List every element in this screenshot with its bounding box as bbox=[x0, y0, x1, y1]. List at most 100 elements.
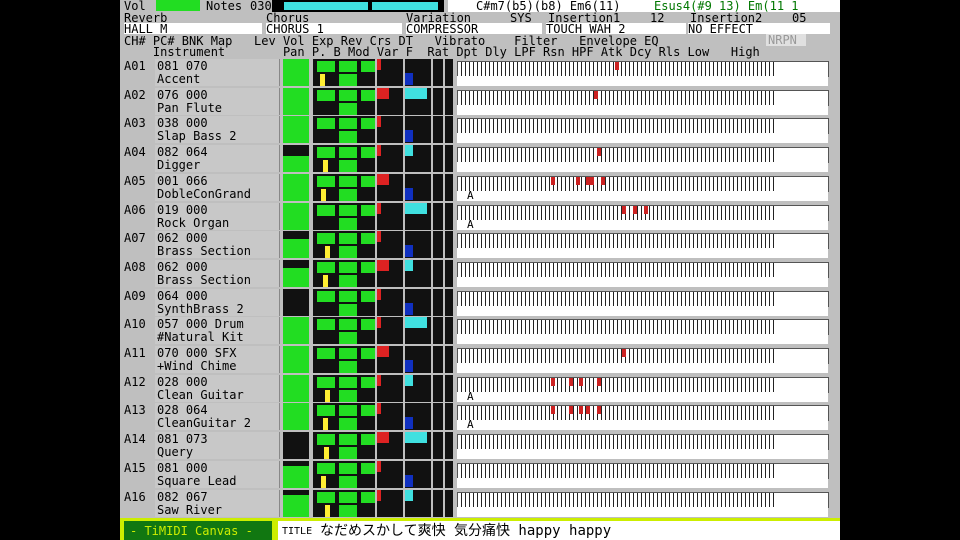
level-meter bbox=[283, 145, 309, 173]
variation-send bbox=[433, 59, 443, 86]
pitch-bend-track bbox=[339, 217, 357, 230]
channel-id: A10 bbox=[124, 317, 146, 332]
pan-indicator bbox=[324, 504, 330, 517]
keyboard-tail bbox=[775, 147, 829, 164]
channel-id: A06 bbox=[124, 202, 146, 217]
pitch-bend-track bbox=[339, 332, 357, 345]
instrument-box[interactable]: 028 000 Clean Guitar bbox=[155, 374, 280, 402]
program-bank-text: 082 067 bbox=[157, 489, 208, 504]
piano-keyboard bbox=[457, 89, 777, 106]
mod-bar bbox=[361, 261, 375, 273]
channel-row[interactable]: A15 081 000 Square Lead bbox=[120, 460, 840, 490]
title-box: TITLE なだめスかして爽快 気分痛快 happy happy bbox=[278, 521, 840, 540]
channel-row[interactable]: A13 028 064 CleanGuitar 2 A bbox=[120, 403, 840, 432]
variation-send bbox=[433, 87, 443, 115]
filter-indicator bbox=[445, 374, 453, 402]
variation-send bbox=[433, 317, 443, 345]
keyboard-tail bbox=[775, 376, 829, 393]
volume-bar bbox=[317, 175, 335, 187]
notes-meter-fill-2 bbox=[372, 2, 438, 10]
level-meter-fill bbox=[283, 173, 309, 201]
instrument-box[interactable]: 081 000 Square Lead bbox=[155, 460, 280, 488]
instrument-box[interactable]: 001 066 DobleConGrand bbox=[155, 173, 280, 201]
instrument-box[interactable]: 076 000 Pan Flute bbox=[155, 87, 280, 115]
brand-label: - TiMIDI Canvas - bbox=[130, 524, 253, 538]
variation-send bbox=[433, 173, 443, 201]
channel-row[interactable]: A09 064 000 SynthBrass 2 bbox=[120, 288, 840, 318]
chorus-send-fill bbox=[405, 302, 413, 315]
pitch-bend-track bbox=[339, 74, 357, 86]
variation-send bbox=[433, 259, 443, 287]
reverb-send bbox=[377, 173, 403, 201]
channel-row[interactable]: A14 081 073 Query bbox=[120, 432, 840, 461]
active-note bbox=[590, 176, 595, 185]
channel-row[interactable]: A02 076 000 Pan Flute bbox=[120, 87, 840, 117]
instrument-box[interactable]: 081 070 Accent bbox=[155, 59, 280, 86]
chorus-send-fill bbox=[405, 130, 413, 143]
filter-indicator bbox=[445, 145, 453, 173]
controller-bars bbox=[313, 346, 375, 373]
controller-bars bbox=[313, 288, 375, 316]
notes-label: Notes bbox=[206, 0, 243, 13]
instrument-box[interactable]: 038 000 Slap Bass 2 bbox=[155, 116, 280, 144]
channel-row[interactable]: A07 062 000 Brass Section bbox=[120, 231, 840, 260]
mod-bar bbox=[361, 405, 375, 417]
instrument-box[interactable]: 062 000 Brass Section bbox=[155, 231, 280, 259]
volume-bar bbox=[317, 89, 335, 101]
instrument-box[interactable]: 062 000 Brass Section bbox=[155, 259, 280, 287]
channel-id: A04 bbox=[124, 145, 146, 160]
piano-keyboard bbox=[457, 405, 777, 422]
keyboard-lower bbox=[457, 248, 828, 259]
reverb-send-fill bbox=[377, 346, 389, 357]
program-bank-text: 064 000 bbox=[157, 288, 208, 303]
insertion2-value: NO EFFECT bbox=[688, 22, 754, 36]
expression-bar bbox=[339, 376, 357, 388]
pan-indicator bbox=[324, 447, 329, 460]
piano-keyboard bbox=[457, 434, 777, 451]
reverb-send bbox=[377, 460, 403, 488]
channel-row[interactable]: A11 070 000 SFX +Wind Chime bbox=[120, 346, 840, 375]
reverb-send-fill bbox=[377, 432, 389, 444]
variation-send bbox=[433, 432, 443, 460]
instrument-box[interactable]: 057 000 Drum #Natural Kit bbox=[155, 317, 280, 345]
channel-row[interactable]: A01 081 070 Accent bbox=[120, 59, 840, 88]
channel-row[interactable]: A08 062 000 Brass Section bbox=[120, 259, 840, 289]
nrpn-indicator: NRPN bbox=[766, 34, 806, 46]
filter-indicator bbox=[445, 231, 453, 259]
instrument-box[interactable]: 082 064 Digger bbox=[155, 145, 280, 173]
chord-marker: A bbox=[467, 418, 474, 432]
channel-row[interactable]: A12 028 000 Clean Guitar A bbox=[120, 374, 840, 404]
instrument-box[interactable]: 070 000 SFX +Wind Chime bbox=[155, 346, 280, 373]
keyboard-tail bbox=[775, 261, 829, 278]
channel-row[interactable]: A03 038 000 Slap Bass 2 bbox=[120, 116, 840, 145]
reverb-send bbox=[377, 259, 403, 287]
mod-bar bbox=[361, 89, 375, 101]
piano-keyboard bbox=[457, 147, 777, 164]
channel-row[interactable]: A10 057 000 Drum #Natural Kit bbox=[120, 317, 840, 346]
channel-row[interactable]: A06 019 000 Rock Organ A bbox=[120, 202, 840, 232]
keyboard-tail bbox=[775, 204, 829, 221]
chorus-send-fill bbox=[405, 317, 427, 329]
active-note bbox=[597, 406, 602, 415]
filter-indicator bbox=[445, 87, 453, 115]
instrument-box[interactable]: 028 064 CleanGuitar 2 bbox=[155, 403, 280, 431]
reverb-send-fill bbox=[377, 116, 381, 128]
instrument-name: Digger bbox=[157, 158, 201, 173]
channel-id: A12 bbox=[124, 374, 146, 389]
channel-row[interactable]: A16 082 067 Saw River bbox=[120, 489, 840, 519]
channel-row[interactable]: A05 001 066 DobleConGrand A bbox=[120, 173, 840, 203]
volume-bar bbox=[317, 204, 335, 216]
channel-row[interactable]: A04 082 064 Digger bbox=[120, 145, 840, 174]
instrument-box[interactable]: 082 067 Saw River bbox=[155, 489, 280, 517]
instrument-name: SynthBrass 2 bbox=[157, 301, 244, 316]
instrument-box[interactable]: 081 073 Query bbox=[155, 432, 280, 460]
pan-indicator bbox=[322, 160, 328, 173]
instrument-box[interactable]: 019 000 Rock Organ bbox=[155, 202, 280, 230]
expression-bar bbox=[339, 319, 357, 331]
controller-bars bbox=[313, 173, 375, 201]
controller-bars bbox=[313, 259, 375, 287]
expression-bar bbox=[339, 348, 357, 359]
instrument-box[interactable]: 064 000 SynthBrass 2 bbox=[155, 288, 280, 316]
active-note bbox=[568, 377, 573, 386]
mod-bar bbox=[361, 147, 375, 159]
